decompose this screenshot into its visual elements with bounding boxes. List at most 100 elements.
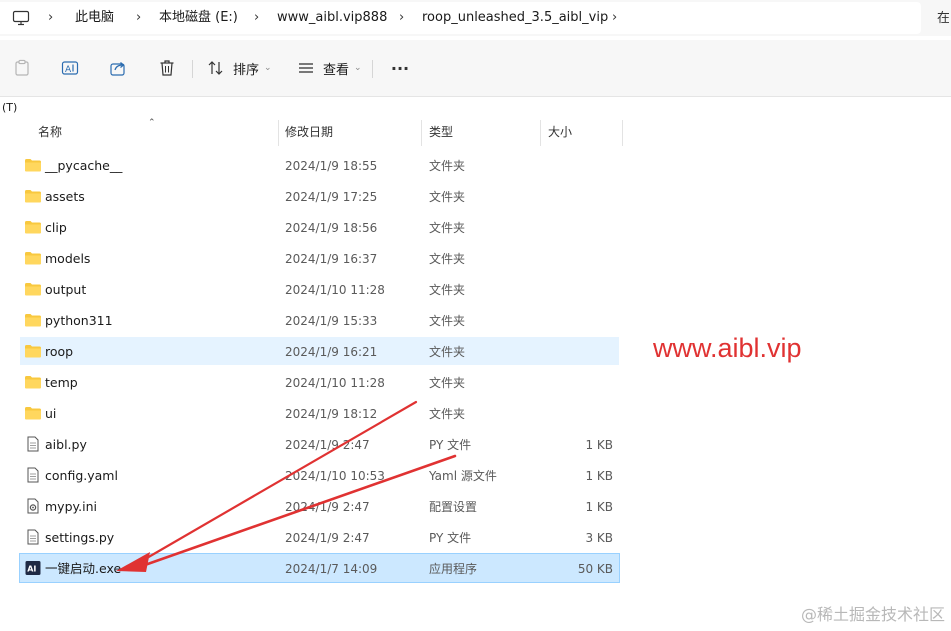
file-name: output <box>45 282 87 297</box>
paste-button[interactable] <box>12 56 32 80</box>
chevron-right-icon[interactable]: › <box>136 10 146 26</box>
file-name: roop <box>45 344 74 359</box>
file-date: 2024/1/9 15:33 <box>285 314 378 328</box>
document-icon <box>27 529 39 545</box>
file-date: 2024/1/9 2:47 <box>285 531 370 545</box>
command-bar: A 排序 ⌄ 查看 ⌄ ··· <box>0 40 951 96</box>
file-type: 文件夹 <box>429 283 466 297</box>
status-strip: (T) <box>0 96 951 119</box>
file-name: models <box>45 251 91 266</box>
file-row[interactable]: assets 2024/1/9 17:25 文件夹 <box>20 182 619 210</box>
toolbar-divider <box>372 60 373 78</box>
file-date: 2024/1/9 18:56 <box>285 221 378 235</box>
file-row[interactable]: AI 一键启动.exe 2024/1/7 14:09 应用程序 50 KB <box>19 553 620 583</box>
svg-text:A: A <box>65 65 72 75</box>
column-header-date[interactable]: 修改日期 <box>285 118 333 148</box>
file-date: 2024/1/9 16:37 <box>285 252 378 266</box>
file-size: 1 KB <box>585 469 613 483</box>
column-header-size[interactable]: 大小 <box>548 118 572 148</box>
file-name: assets <box>45 189 85 204</box>
sort-label: 排序 <box>233 62 260 78</box>
folder-icon <box>25 221 41 234</box>
file-type: PY 文件 <box>429 531 472 545</box>
strip-text: (T) <box>2 101 18 114</box>
share-button[interactable] <box>108 56 128 80</box>
rename-button[interactable]: A <box>60 56 80 80</box>
folder-icon <box>25 376 41 389</box>
file-row[interactable]: mypy.ini 2024/1/9 2:47 配置设置 1 KB <box>20 492 619 520</box>
chevron-right-icon[interactable]: › <box>254 10 264 26</box>
file-name: clip <box>45 220 67 235</box>
file-date: 2024/1/9 18:55 <box>285 159 378 173</box>
more-options-button[interactable]: ··· <box>388 56 412 80</box>
file-size: 1 KB <box>585 438 613 452</box>
rename-icon: A <box>61 61 79 75</box>
file-size: 1 KB <box>585 500 613 514</box>
folder-icon <box>25 252 41 265</box>
file-row[interactable]: config.yaml 2024/1/10 10:53 Yaml 源文件 1 KB <box>20 461 619 489</box>
file-date: 2024/1/9 2:47 <box>285 438 370 452</box>
chevron-right-icon[interactable]: › <box>48 10 58 26</box>
red-watermark: www.aibl.vip <box>653 333 802 363</box>
file-row[interactable]: roop 2024/1/9 16:21 文件夹 <box>20 337 619 365</box>
file-row[interactable]: settings.py 2024/1/9 2:47 PY 文件 3 KB <box>20 523 619 551</box>
file-name: temp <box>45 375 78 390</box>
chevron-right-icon[interactable]: › <box>399 10 409 26</box>
file-name: __pycache__ <box>45 158 123 173</box>
sort-icon <box>208 61 223 75</box>
file-name: config.yaml <box>45 468 118 483</box>
file-explorer-window: › 此电脑 › 本地磁盘 (E:) › www_aibl.vip888 › ro… <box>0 0 951 631</box>
column-headers: ⌃ 名称 修改日期 类型 大小 <box>0 118 951 148</box>
file-date: 2024/1/9 18:12 <box>285 407 378 421</box>
file-row[interactable]: output 2024/1/10 11:28 文件夹 <box>20 275 619 303</box>
file-size: 3 KB <box>585 531 613 545</box>
file-name: 一键启动.exe <box>45 561 122 576</box>
view-button[interactable]: 查看 ⌄ <box>297 56 362 80</box>
app-icon: AI <box>25 561 41 575</box>
file-row[interactable]: python311 2024/1/9 15:33 文件夹 <box>20 306 619 334</box>
search-box-fragment[interactable]: 在 <box>937 7 949 26</box>
delete-button[interactable] <box>157 56 177 80</box>
file-row[interactable]: ui 2024/1/9 18:12 文件夹 <box>20 399 619 427</box>
file-type: 应用程序 <box>429 562 478 576</box>
folder-icon <box>25 314 41 327</box>
file-date: 2024/1/9 2:47 <box>285 500 370 514</box>
paste-icon <box>15 59 29 76</box>
column-resize-handle[interactable] <box>622 120 623 146</box>
file-row[interactable]: aibl.py 2024/1/9 2:47 PY 文件 1 KB <box>20 430 619 458</box>
crumb-drive[interactable]: 本地磁盘 (E:) <box>159 9 238 27</box>
column-header-name[interactable]: 名称 <box>38 118 62 148</box>
file-date: 2024/1/10 10:53 <box>285 469 385 483</box>
crumb-folder-roop[interactable]: roop_unleashed_3.5_aibl_vip <box>422 9 608 27</box>
file-name: aibl.py <box>45 437 87 452</box>
folder-icon <box>25 190 41 203</box>
file-type: 文件夹 <box>429 159 466 173</box>
chevron-down-icon: ⌄ <box>354 63 362 73</box>
file-type: 文件夹 <box>429 345 466 359</box>
file-size: 50 KB <box>577 562 613 576</box>
column-resize-handle[interactable] <box>278 120 279 146</box>
crumb-this-pc[interactable]: 此电脑 <box>75 9 114 27</box>
file-row[interactable]: clip 2024/1/9 18:56 文件夹 <box>20 213 619 241</box>
column-resize-handle[interactable] <box>540 120 541 146</box>
file-type: 配置设置 <box>429 500 478 514</box>
file-date: 2024/1/10 11:28 <box>285 376 385 390</box>
this-pc-icon[interactable] <box>12 10 30 26</box>
sort-button[interactable]: 排序 ⌄ <box>207 56 272 80</box>
breadcrumb[interactable]: › 此电脑 › 本地磁盘 (E:) › www_aibl.vip888 › ro… <box>0 2 921 34</box>
file-date: 2024/1/10 11:28 <box>285 283 385 297</box>
file-date: 2024/1/7 14:09 <box>285 562 378 576</box>
file-row[interactable]: models 2024/1/9 16:37 文件夹 <box>20 244 619 272</box>
crumb-folder-www[interactable]: www_aibl.vip888 <box>277 9 387 27</box>
document-icon <box>27 467 39 483</box>
file-type: PY 文件 <box>429 438 472 452</box>
file-type: 文件夹 <box>429 376 466 390</box>
file-row[interactable]: __pycache__ 2024/1/9 18:55 文件夹 <box>20 151 619 179</box>
column-header-type[interactable]: 类型 <box>429 118 453 148</box>
file-row[interactable]: temp 2024/1/10 11:28 文件夹 <box>20 368 619 396</box>
sort-ascending-icon: ⌃ <box>148 118 156 128</box>
file-type: 文件夹 <box>429 314 466 328</box>
column-resize-handle[interactable] <box>421 120 422 146</box>
folder-icon <box>25 345 41 358</box>
chevron-right-icon[interactable]: › <box>612 10 622 26</box>
